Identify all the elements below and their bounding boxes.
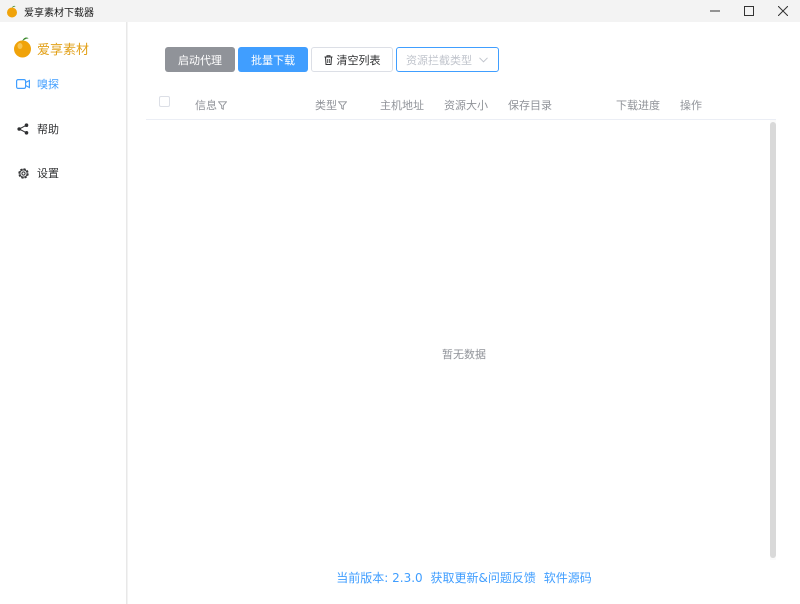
updates-feedback-link[interactable]: 获取更新&问题反馈 [431, 571, 536, 585]
column-label: 保存目录 [508, 99, 552, 112]
sidebar: 爱享素材 嗅探 帮助 设置 [0, 22, 127, 604]
title-bar: 爱享素材下载器 [0, 0, 800, 22]
select-all-checkbox[interactable] [159, 96, 170, 107]
filter-icon[interactable] [338, 100, 347, 110]
column-header-host: 主机地址 [380, 97, 424, 113]
sidebar-item-label: 嗅探 [37, 78, 59, 91]
filter-icon[interactable] [218, 100, 227, 110]
sidebar-item-help[interactable]: 帮助 [16, 121, 59, 137]
column-label: 类型 [315, 99, 337, 112]
empty-table-text: 暂无数据 [442, 348, 486, 361]
main-panel: 启动代理 批量下载 清空列表 资源拦截类型 信息 类型 主机地址 资源大小 保存… [128, 22, 800, 604]
toolbar: 启动代理 批量下载 清空列表 资源拦截类型 [165, 47, 499, 72]
source-code-link[interactable]: 软件源码 [544, 571, 592, 585]
sidebar-item-settings[interactable]: 设置 [16, 165, 59, 181]
brand-logo-icon [13, 36, 32, 61]
maximize-button[interactable] [732, 0, 766, 22]
version-text[interactable]: 当前版本: 2.3.0 [336, 571, 422, 585]
resource-type-placeholder: 资源拦截类型 [406, 53, 472, 67]
vertical-scrollbar[interactable] [770, 120, 776, 560]
trash-icon [324, 54, 333, 65]
column-header-save-dir: 保存目录 [508, 97, 552, 113]
column-header-type: 类型 [315, 97, 347, 113]
column-header-actions: 操作 [680, 97, 702, 113]
table-header: 信息 类型 主机地址 资源大小 保存目录 下载进度 操作 [146, 92, 776, 120]
column-label: 资源大小 [444, 99, 488, 112]
sidebar-item-sniff[interactable]: 嗅探 [16, 76, 59, 92]
window-title: 爱享素材下载器 [24, 7, 94, 19]
sidebar-item-label: 帮助 [37, 123, 59, 136]
sidebar-item-label: 设置 [37, 167, 59, 180]
clear-list-label: 清空列表 [336, 53, 381, 67]
video-camera-icon [16, 77, 30, 91]
resource-type-select[interactable]: 资源拦截类型 [396, 47, 499, 72]
brand: 爱享素材 [13, 36, 89, 61]
chevron-down-icon [479, 53, 488, 66]
share-icon [16, 122, 30, 136]
column-header-size: 资源大小 [444, 97, 488, 113]
minimize-button[interactable] [698, 0, 732, 22]
batch-download-button[interactable]: 批量下载 [238, 47, 308, 72]
footer: 当前版本: 2.3.0 获取更新&问题反馈 软件源码 [128, 569, 800, 586]
gear-icon [16, 166, 30, 180]
column-header-progress: 下载进度 [616, 97, 660, 113]
scrollbar-thumb[interactable] [770, 122, 776, 558]
column-label: 下载进度 [616, 99, 660, 112]
app-logo-icon [6, 5, 18, 18]
clear-list-button[interactable]: 清空列表 [311, 47, 393, 72]
column-header-info: 信息 [195, 97, 227, 113]
column-label: 操作 [680, 99, 702, 112]
column-label: 主机地址 [380, 99, 424, 112]
brand-name: 爱享素材 [37, 43, 90, 58]
start-proxy-button[interactable]: 启动代理 [165, 47, 235, 72]
close-button[interactable] [766, 0, 800, 22]
column-label: 信息 [195, 99, 217, 112]
